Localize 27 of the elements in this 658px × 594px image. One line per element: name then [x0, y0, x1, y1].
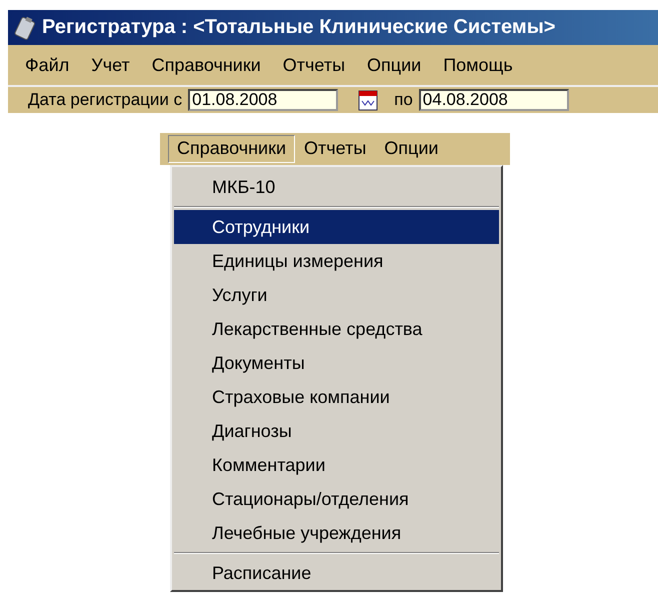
menu-item[interactable]: Справочники [140, 52, 272, 78]
dropdown-item[interactable]: Лечебные учреждения [174, 516, 499, 550]
dropdown-item[interactable]: Сотрудники [174, 210, 499, 244]
dropdown-item[interactable]: Услуги [174, 278, 499, 312]
calendar-icon[interactable] [358, 89, 378, 111]
window-title: Регистратура : <Тотальные Клинические Системы> [42, 16, 556, 39]
dropdown-item[interactable]: Лекарственные средства [174, 312, 499, 346]
menu-item[interactable]: Справочники [168, 135, 296, 163]
menu-item[interactable]: Помощь [432, 52, 524, 78]
dropdown-item[interactable]: Стационары/отделения [174, 482, 499, 516]
menu-item[interactable]: Учет [80, 52, 141, 78]
dropdown-item[interactable]: МКБ-10 [174, 170, 499, 204]
date-from-label: Дата регистрации с [28, 89, 182, 111]
menu-item[interactable]: Отчеты [295, 135, 376, 163]
date-to-field[interactable]: 04.08.2008 [418, 89, 569, 111]
menu-item[interactable]: Опции [356, 52, 432, 78]
menu-item[interactable]: Опции [375, 135, 448, 163]
dropdown-item[interactable]: Документы [174, 346, 499, 380]
menu-item[interactable]: Отчеты [272, 52, 356, 78]
date-to-label: по [394, 89, 413, 111]
dropdown-item[interactable]: Единицы измерения [174, 244, 499, 278]
dropdown-item[interactable]: Диагнозы [174, 414, 499, 448]
dropdown-item[interactable]: Расписание [174, 556, 499, 590]
date-from-field[interactable]: 01.08.2008 [188, 89, 338, 111]
dropdown-item[interactable]: Страховые компании [174, 380, 499, 414]
dropdown-item[interactable]: Комментарии [174, 448, 499, 482]
menu-item[interactable]: Файл [14, 52, 80, 78]
